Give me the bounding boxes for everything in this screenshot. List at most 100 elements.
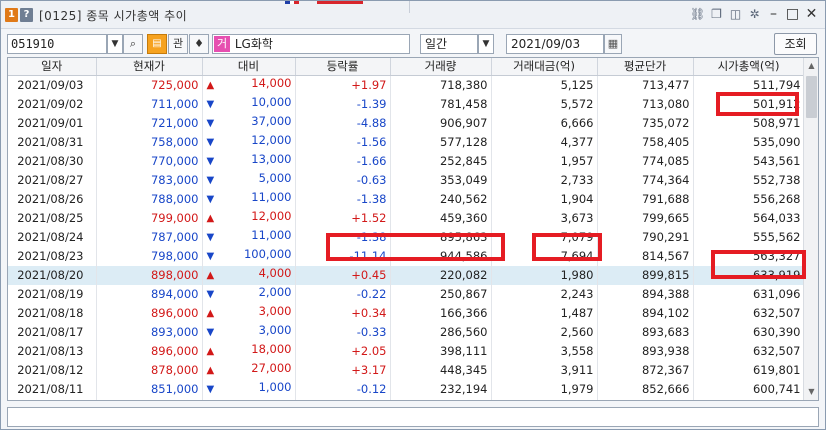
cell-amount: 1,979: [491, 379, 598, 399]
header-rate[interactable]: 등락률: [295, 58, 391, 76]
scroll-down-icon[interactable]: ▼: [804, 384, 818, 400]
arrow-up-icon: ▲: [206, 269, 215, 281]
screen-number-badge[interactable]: 1: [5, 8, 18, 22]
cell-cap: 631,096: [693, 284, 805, 304]
cell-cap: 556,268: [693, 189, 805, 209]
table-body: 2021/09/03 725,000 ▲ 14,000 +1.97 718,380 5,12…: [8, 75, 805, 400]
table-row[interactable]: 2021/08/17 893,000 ▼ 3,000 -0.33 286,560 2,560…: [8, 322, 805, 342]
scroll-thumb[interactable]: [806, 76, 817, 118]
stock-name-field[interactable]: 거 LG화학: [212, 34, 410, 54]
cell-avg: 713,477: [597, 75, 694, 95]
scroll-up-icon[interactable]: ▲: [804, 58, 818, 74]
cell-avg: 790,291: [597, 227, 694, 247]
arrow-down-icon: ▼: [206, 288, 215, 300]
chevron-down-icon[interactable]: ▼: [478, 34, 494, 54]
date-input[interactable]: 2021/09/03: [506, 34, 604, 54]
header-volume[interactable]: 거래량: [390, 58, 492, 76]
cell-avg: 893,683: [597, 322, 694, 342]
title-bar[interactable]: 1 ? [0125] 종목 시가총액 추이 ⛓ ❐ ◫ ✲ – □ ✕: [1, 1, 825, 29]
period-select[interactable]: 일간: [420, 34, 478, 54]
cell-amount: 1,980: [491, 265, 598, 285]
cell-amount: 1,904: [491, 189, 598, 209]
cell-change: ▼ 3,000: [202, 322, 296, 342]
help-button[interactable]: ?: [20, 8, 33, 22]
maximize-icon[interactable]: □: [785, 7, 800, 22]
table-row[interactable]: 2021/08/30 770,000 ▼ 13,000 -1.66 252,845 1,95…: [8, 151, 805, 171]
table-row[interactable]: 2021/08/12 878,000 ▲ 27,000 +3.17 448,345 3,91…: [8, 360, 805, 380]
cell-volume: 166,366: [390, 303, 492, 323]
cell-avg: 872,367: [597, 360, 694, 380]
cell-price: 851,000: [96, 379, 203, 399]
table-row[interactable]: 2021/08/19 894,000 ▼ 2,000 -0.22 250,867 2,243…: [8, 284, 805, 304]
close-icon[interactable]: ✕: [804, 7, 819, 22]
copy-icon[interactable]: ❐: [709, 7, 724, 22]
table-row[interactable]: 2021/08/18 896,000 ▲ 3,000 +0.34 166,366 1,487…: [8, 303, 805, 323]
table-row[interactable]: 2021/08/11 851,000 ▼ 1,000 -0.12 232,194 1,979…: [8, 379, 805, 399]
cell-volume: 200,490: [390, 398, 492, 400]
vertical-scrollbar[interactable]: ▲ ▼: [803, 58, 818, 400]
table-row[interactable]: 2021/09/02 711,000 ▼ 10,000 -1.39 781,458 5,57…: [8, 94, 805, 114]
query-button[interactable]: 조회: [774, 33, 817, 55]
cell-price: 787,000: [96, 227, 203, 247]
cell-change-value: 3,000: [258, 303, 292, 318]
table-header: 일자 현재가 대비 등락률 거래량 거래대금(억) 평균단가 시가총액(억): [8, 58, 805, 76]
table-row[interactable]: 2021/08/26 788,000 ▼ 11,000 -1.38 240,562 1,90…: [8, 189, 805, 209]
search-icon[interactable]: ⌕: [123, 34, 143, 54]
cell-volume: 232,194: [390, 379, 492, 399]
cell-volume: 944,586: [390, 246, 492, 266]
header-date[interactable]: 일자: [8, 58, 97, 76]
cell-date: 2021/08/25: [8, 208, 97, 228]
arrow-down-icon: ▼: [206, 98, 215, 110]
chain-icon[interactable]: ⛓: [690, 7, 705, 22]
table-row[interactable]: 2021/08/24 787,000 ▼ 11,000 -1.38 895,863 7,07…: [8, 227, 805, 247]
cell-cap: 600,741: [693, 379, 805, 399]
cell-rate: +0.34: [295, 303, 391, 323]
cell-change-value: 10,000: [251, 94, 292, 109]
cell-cap: 508,971: [693, 113, 805, 133]
interest-button[interactable]: 관: [168, 34, 188, 54]
market-cap-table: 일자 현재가 대비 등락률 거래량 거래대금(억) 평균단가 시가총액(억) 2…: [7, 57, 819, 401]
cell-cap: 601,447: [693, 398, 805, 400]
header-price[interactable]: 현재가: [96, 58, 203, 76]
camera-icon[interactable]: ◫: [728, 7, 743, 22]
dropdown-icon[interactable]: ▼: [107, 34, 123, 54]
cell-date: 2021/08/13: [8, 341, 97, 361]
cell-cap: 535,090: [693, 132, 805, 152]
table-row[interactable]: 2021/09/03 725,000 ▲ 14,000 +1.97 718,380 5,12…: [8, 75, 805, 95]
cell-change: ▲ 18,000: [202, 341, 296, 361]
cell-rate: +1.97: [295, 75, 391, 95]
cell-amount: 6,666: [491, 113, 598, 133]
cell-price: 896,000: [96, 303, 203, 323]
cell-price: 770,000: [96, 151, 203, 171]
cell-amount: 7,079: [491, 227, 598, 247]
cell-avg: 893,938: [597, 341, 694, 361]
window-controls: ⛓ ❐ ◫ ✲ – □ ✕: [690, 7, 819, 22]
stock-icon[interactable]: ♦: [189, 34, 209, 54]
table-row[interactable]: 2021/08/25 799,000 ▲ 12,000 +1.52 459,360 3,67…: [8, 208, 805, 228]
header-amount[interactable]: 거래대금(억): [491, 58, 598, 76]
cell-price: 725,000: [96, 75, 203, 95]
table-row[interactable]: 2021/08/20 898,000 ▲ 4,000 +0.45 220,082 1,980…: [8, 265, 805, 285]
arrow-up-icon: ▲: [206, 79, 215, 91]
cell-avg: 899,815: [597, 265, 694, 285]
minimize-icon[interactable]: –: [766, 7, 781, 22]
header-market-cap[interactable]: 시가총액(억): [693, 58, 805, 76]
settings-icon[interactable]: ✲: [747, 7, 762, 22]
table-row[interactable]: 2021/08/10852,000 ▲ 6,000+0.71200,4901,703…: [8, 398, 805, 400]
stock-code-input[interactable]: 051910: [7, 34, 107, 54]
calendar-icon[interactable]: ▦: [604, 34, 622, 54]
header-change[interactable]: 대비: [202, 58, 296, 76]
cell-volume: 448,345: [390, 360, 492, 380]
table-row[interactable]: 2021/08/27 783,000 ▼ 5,000 -0.63 353,049 2,733…: [8, 170, 805, 190]
header-avg-price[interactable]: 평균단가: [597, 58, 694, 76]
cell-rate: -1.38: [295, 189, 391, 209]
cell-avg: 894,102: [597, 303, 694, 323]
cell-rate: -1.39: [295, 94, 391, 114]
table-row[interactable]: 2021/09/01 721,000 ▼ 37,000 -4.88 906,907 6,66…: [8, 113, 805, 133]
table-row[interactable]: 2021/08/13 896,000 ▲ 18,000 +2.05 398,111 3,55…: [8, 341, 805, 361]
folder-icon[interactable]: ▤: [147, 34, 167, 54]
table-row[interactable]: 2021/08/31 758,000 ▼ 12,000 -1.56 577,128 4,37…: [8, 132, 805, 152]
table-row[interactable]: 2021/08/23 798,000 ▼ 100,000 -11.14 944,586 7,…: [8, 246, 805, 266]
cell-date: 2021/08/18: [8, 303, 97, 323]
cell-change: ▲ 27,000: [202, 360, 296, 380]
